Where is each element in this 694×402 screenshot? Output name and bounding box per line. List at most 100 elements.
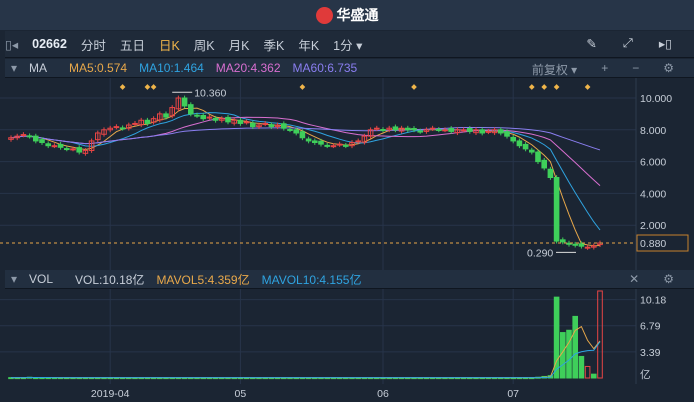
gear-icon[interactable]: ⚙ (663, 272, 674, 286)
adjust-dropdown[interactable]: 前复权 ▾ (532, 61, 577, 78)
tab-fenshi[interactable]: 分时 (81, 35, 106, 54)
candle (64, 148, 70, 151)
candle (113, 126, 120, 129)
ma-header: ▾ MA MA5:0.574 MA10:1.464 MA20:4.362 MA6… (5, 59, 694, 78)
event-marker (553, 84, 560, 90)
vol-tick-label: 6.79 (640, 321, 661, 333)
candle (70, 148, 76, 151)
volume-chart[interactable]: 10.18 6.79 3.39 亿 2019-04 05 06 07 (0, 289, 694, 402)
candle (436, 128, 442, 131)
event-marker (150, 84, 157, 90)
tab-wuri[interactable]: 五日 (120, 35, 145, 54)
candle (498, 129, 504, 134)
minus-icon[interactable]: − (632, 61, 639, 78)
mavol5-value: MAVOL5:4.359亿 (156, 272, 250, 287)
vol-tick-label: 3.39 (640, 347, 661, 359)
high-label: 10.360 (194, 87, 226, 99)
candle (479, 129, 485, 134)
candle (547, 168, 554, 179)
mavol10-line (11, 341, 601, 379)
date-label: 07 (507, 388, 519, 400)
candle (132, 122, 138, 125)
candle (336, 143, 343, 146)
candle (293, 129, 299, 134)
price-tick-label: 2.000 (640, 220, 666, 232)
event-marker (541, 84, 548, 90)
tab-monthly-k[interactable]: 月K (229, 35, 250, 54)
event-marker (299, 84, 306, 90)
event-marker (411, 84, 417, 90)
candle (553, 177, 560, 242)
event-marker (119, 84, 126, 90)
plus-icon[interactable]: + (601, 61, 608, 78)
candle (392, 126, 399, 131)
stock-code: 02662 (32, 37, 67, 51)
tab-weekly-k[interactable]: 周K (194, 35, 215, 54)
collapse-triangle-icon[interactable]: ▾ (11, 272, 17, 286)
candle (188, 104, 194, 115)
price-chart[interactable]: 10.000 8.000 6.000 4.000 2.000 10.360 0.290 0.8… (0, 78, 694, 270)
candle (243, 121, 250, 124)
volume-bar (597, 290, 603, 379)
date-label: 06 (377, 388, 389, 400)
candle (51, 145, 58, 148)
tab-daily-k[interactable]: 日K (159, 35, 180, 54)
candle (119, 127, 126, 130)
candle (572, 243, 579, 246)
fullscreen-icon[interactable]: ⤢ (623, 36, 633, 51)
title-bar: 华盛通 (0, 0, 694, 30)
candle (57, 143, 64, 148)
candle (355, 140, 361, 143)
collapse-triangle-icon[interactable]: ▾ (11, 61, 17, 75)
candle (39, 139, 45, 144)
ma60-value: MA60:6.735 (292, 61, 358, 75)
event-marker (528, 84, 535, 90)
candle (237, 119, 244, 124)
candle (26, 135, 33, 138)
volume-bar (560, 332, 566, 379)
pencil-icon[interactable]: ✎ (586, 36, 596, 51)
candle (212, 117, 219, 121)
tab-quarterly-k[interactable]: 季K (263, 35, 284, 54)
close-icon[interactable]: ✕ (629, 272, 639, 286)
candle (510, 136, 516, 142)
candle (318, 140, 324, 145)
ma20-value: MA20:4.362 (215, 61, 281, 75)
event-marker (584, 84, 591, 90)
mavol10-value: MAVOL10:4.155亿 (261, 272, 362, 287)
vol-tick-label: 10.18 (640, 295, 666, 307)
collapse-left-icon[interactable]: ▯◂ (5, 37, 18, 52)
candle (299, 131, 306, 139)
candle (411, 128, 417, 131)
candle (262, 122, 268, 125)
candle (268, 124, 275, 128)
candle (467, 128, 473, 132)
vol-label: VOL (29, 272, 54, 286)
gear-icon[interactable]: ⚙ (663, 61, 674, 78)
candle (281, 123, 287, 129)
vol-value: VOL:10.18亿 (75, 272, 145, 287)
candle (584, 246, 591, 249)
candle (417, 130, 423, 133)
ma20-line (10, 116, 601, 186)
candle (324, 144, 330, 147)
price-tick-label: 4.000 (640, 188, 666, 200)
candle (144, 119, 151, 124)
low-label: 0.290 (527, 247, 553, 259)
candle (405, 127, 411, 131)
interval-dropdown[interactable]: 1分 ▾ (333, 35, 362, 54)
tab-yearly-k[interactable]: 年K (298, 35, 319, 54)
ma10-value: MA10:1.464 (139, 61, 204, 75)
candle (33, 135, 39, 142)
candle (45, 143, 52, 147)
candle (560, 239, 566, 243)
candle (529, 149, 535, 153)
last-price-label: 0.880 (640, 238, 666, 250)
candle (20, 134, 27, 137)
candle (522, 143, 529, 150)
toolbar: ▯◂ 02662 分时 五日 日K 周K 月K 季K 年K 1分 ▾ ✎ ⤢ ▸▯ (5, 31, 694, 58)
candle (287, 128, 293, 131)
price-tick-label: 6.000 (640, 157, 666, 169)
candle (541, 159, 548, 169)
collapse-right-icon[interactable]: ▸▯ (659, 36, 672, 51)
